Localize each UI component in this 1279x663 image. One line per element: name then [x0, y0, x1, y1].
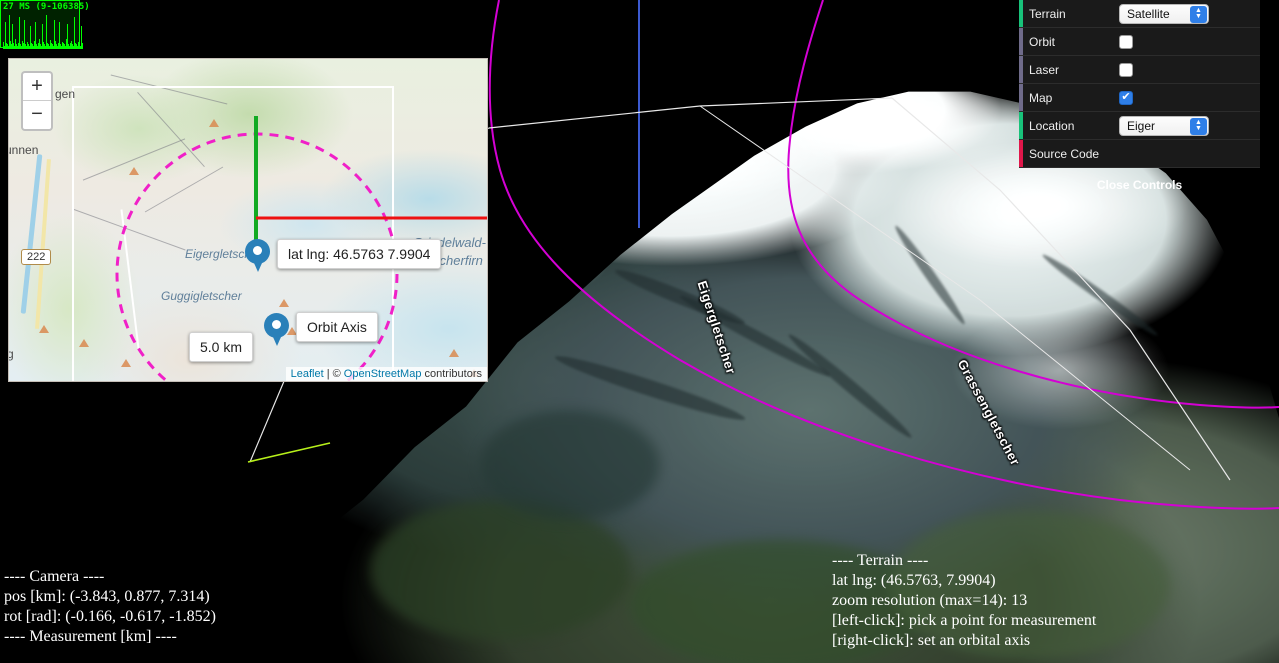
camera-heading: ---- Camera ----	[4, 568, 105, 585]
control-row-map[interactable]: Map ✔	[1019, 84, 1260, 112]
attribution-contributors: contributors	[424, 368, 482, 380]
camera-rot: rot [rad]: (-0.166, -0.617, -1.852)	[4, 608, 216, 625]
orbit-checkbox[interactable]	[1119, 34, 1133, 49]
map-label-rg: rg	[9, 347, 14, 361]
zoom-out-button[interactable]: −	[23, 101, 51, 129]
control-label-laser: Laser	[1029, 62, 1060, 77]
chevron-updown-icon: ▲ ▼	[1190, 5, 1207, 23]
location-select-value: Eiger	[1127, 118, 1156, 133]
app-root: Eigergletscher Grassengletscher 27 MS (9…	[0, 0, 1279, 663]
laser-checkbox[interactable]	[1119, 62, 1133, 77]
map-label-runnen: runnen	[9, 143, 39, 157]
camera-pos: pos [km]: (-3.843, 0.877, 7.314)	[4, 588, 210, 605]
terrain-hud: ---- Terrain ---- lat lng: (46.5763, 7.9…	[832, 551, 1096, 651]
terrain-right-click-hint: [right-click]: set an orbital axis	[832, 632, 1031, 649]
map-label-guggigletscher: Guggigletscher	[161, 289, 242, 303]
control-label-map: Map	[1029, 90, 1053, 105]
terrain-select-value: Satellite	[1127, 6, 1170, 21]
control-row-location[interactable]: Location Eiger ▲ ▼	[1019, 112, 1260, 140]
zoom-in-button[interactable]: +	[23, 73, 51, 101]
map-peak-icon	[121, 359, 131, 367]
map-marker-measurement[interactable]	[245, 239, 270, 280]
source-code-button[interactable]: Source Code	[1023, 147, 1260, 161]
close-controls-button[interactable]: Close Controls	[1019, 168, 1260, 192]
terrain-heading: ---- Terrain ----	[832, 552, 929, 569]
map-road-shield: 222	[21, 249, 52, 265]
openstreetmap-link[interactable]: OpenStreetMap	[344, 368, 422, 380]
measurement-heading: ---- Measurement [km] ----	[4, 628, 177, 645]
map-label-gen: gen	[55, 87, 76, 101]
map-checkbox[interactable]: ✔	[1119, 90, 1133, 105]
map-attribution: Leaflet | © OpenStreetMap contributors	[285, 367, 487, 381]
map-marker-orbit-axis[interactable]	[264, 313, 289, 354]
control-label-orbit: Orbit	[1029, 34, 1056, 49]
leaflet-minimap[interactable]: 222 lat lng: 46.5763 7.9904 Orbit Axis 5…	[8, 58, 488, 382]
terrain-latlng: lat lng: (46.5763, 7.9904)	[832, 572, 996, 589]
map-peak-icon	[449, 349, 459, 357]
control-row-terrain[interactable]: Terrain Satellite ▲ ▼	[1019, 0, 1260, 28]
chevron-updown-icon: ▲ ▼	[1190, 117, 1207, 135]
terrain-left-click-hint: [left-click]: pick a point for measureme…	[832, 612, 1097, 629]
attribution-separator: |	[326, 368, 330, 380]
terrain-select[interactable]: Satellite ▲ ▼	[1119, 3, 1209, 24]
controls-panel: Terrain Satellite ▲ ▼ Orbit Laser Map ✔ …	[1019, 0, 1260, 192]
laser-ray-line	[247, 442, 331, 463]
camera-hud: ---- Camera ---- pos [km]: (-3.843, 0.87…	[4, 567, 216, 647]
map-peak-icon	[209, 119, 219, 127]
tooltip-latlng: lat lng: 46.5763 7.9904	[277, 239, 442, 269]
map-peak-icon	[39, 325, 49, 333]
location-select[interactable]: Eiger ▲ ▼	[1119, 115, 1209, 136]
performance-stats-panel[interactable]: 27 MS (9-106385)	[0, 0, 90, 49]
stats-bar	[82, 43, 83, 49]
leaflet-link[interactable]: Leaflet	[291, 368, 324, 380]
copyright-symbol: ©	[332, 368, 341, 380]
control-row-orbit[interactable]: Orbit	[1019, 28, 1260, 56]
map-peak-icon	[129, 167, 139, 175]
map-zoom-controls[interactable]: + −	[21, 71, 53, 131]
control-row-laser[interactable]: Laser	[1019, 56, 1260, 84]
stats-label: 27 MS (9-106385)	[3, 2, 90, 12]
stats-graph	[3, 14, 83, 49]
map-peak-icon	[279, 299, 289, 307]
tooltip-orbit-axis: Orbit Axis	[296, 312, 378, 342]
terrain-zoom-resolution: zoom resolution (max=14): 13	[832, 592, 1028, 609]
marker-dot-icon	[272, 320, 281, 329]
control-row-source-code[interactable]: Source Code	[1019, 140, 1260, 168]
control-label-location: Location	[1029, 118, 1075, 133]
control-label-terrain: Terrain	[1029, 6, 1066, 21]
tooltip-distance: 5.0 km	[189, 332, 254, 362]
map-peak-icon	[79, 339, 89, 347]
marker-dot-icon	[253, 246, 262, 255]
